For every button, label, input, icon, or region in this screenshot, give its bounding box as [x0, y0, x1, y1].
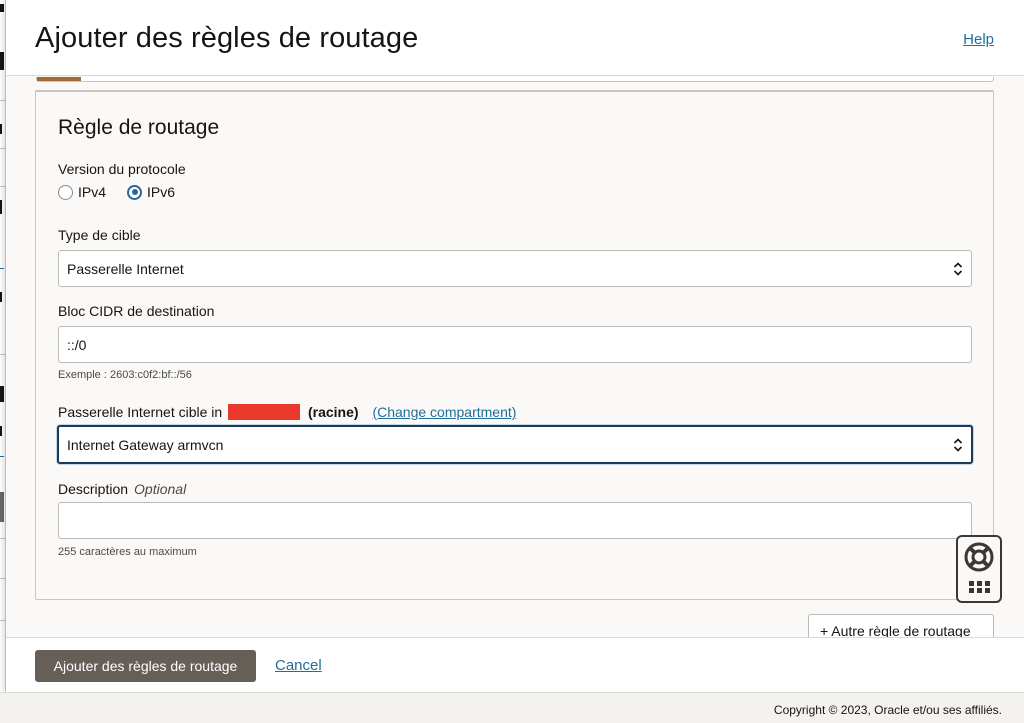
- background-glyph: [0, 52, 4, 70]
- background-divider: [0, 620, 5, 621]
- copyright-text: Copyright © 2023, Oracle et/ou ses affil…: [773, 703, 1002, 717]
- background-divider: [0, 186, 5, 187]
- target-gateway-label: Passerelle Internet cible in: [58, 404, 223, 420]
- radio-ipv4-label[interactable]: IPv4: [78, 184, 106, 200]
- panel-title: Ajouter des règles de routage: [35, 22, 419, 54]
- target-gateway-select[interactable]: Internet Gateway armvcn: [57, 425, 973, 464]
- copyright-bar: Copyright © 2023, Oracle et/ou ses affil…: [0, 692, 1024, 723]
- radio-ipv6-label[interactable]: IPv6: [147, 184, 175, 200]
- previous-rule-card: [36, 77, 994, 82]
- target-gateway-value: Internet Gateway armvcn: [67, 436, 224, 453]
- background-divider: [0, 578, 5, 579]
- chevron-updown-icon: [953, 261, 963, 276]
- background-glyph: [0, 124, 2, 134]
- panel-body[interactable]: Règle de routage Version du protocole IP…: [6, 77, 1024, 637]
- add-route-rules-submit-button[interactable]: Ajouter des règles de routage: [35, 650, 256, 682]
- destination-cidr-hint: Exemple : 2603:c0f2:bf::/56: [58, 369, 192, 381]
- target-type-select[interactable]: Passerelle Internet: [58, 250, 972, 287]
- protocol-radio-group: IPv4 IPv6: [58, 184, 196, 200]
- route-rules-panel: Ajouter des règles de routage Help Règle…: [6, 0, 1024, 692]
- background-link: [0, 448, 4, 457]
- background-divider: [0, 354, 5, 355]
- radio-ipv4[interactable]: [58, 184, 73, 200]
- description-label: Description: [58, 481, 129, 497]
- change-compartment-link[interactable]: (Change compartment): [372, 404, 516, 420]
- target-gateway-label-row: Passerelle Internet cible in (racine) (C…: [58, 404, 516, 420]
- background-glyph: [0, 292, 2, 302]
- destination-cidr-label: Bloc CIDR de destination: [58, 303, 215, 319]
- background-divider: [0, 100, 5, 101]
- help-link[interactable]: Help: [963, 31, 994, 48]
- lifebuoy-icon: [964, 542, 994, 572]
- route-rule-card: Règle de routage Version du protocole IP…: [35, 90, 994, 600]
- panel-header: Ajouter des règles de routage Help: [6, 0, 1024, 76]
- grid-dots-icon: [969, 581, 991, 593]
- chevron-updown-icon: [953, 437, 963, 452]
- cancel-link[interactable]: Cancel: [275, 657, 322, 674]
- background-glyph: [0, 386, 4, 402]
- background-divider: [0, 538, 5, 539]
- destination-cidr-input[interactable]: ::/0: [58, 326, 972, 363]
- previous-card-accent: [37, 77, 81, 81]
- background-glyph: [0, 200, 2, 214]
- help-widget-button[interactable]: [956, 535, 1002, 603]
- description-label-row: Description Optional: [58, 481, 186, 497]
- root-compartment-label: (racine): [307, 404, 359, 420]
- background-glyph: [0, 492, 4, 522]
- description-hint: 255 caractères au maximum: [58, 546, 197, 558]
- add-route-rule-button[interactable]: + Autre règle de routage: [808, 614, 994, 637]
- background-link: [0, 260, 4, 269]
- background-divider: [0, 148, 5, 149]
- radio-ipv6[interactable]: [127, 184, 143, 200]
- protocol-label: Version du protocole: [58, 161, 186, 177]
- panel-footer: Ajouter des règles de routage Cancel: [6, 637, 1024, 692]
- target-type-label: Type de cible: [58, 227, 141, 243]
- target-type-value: Passerelle Internet: [67, 260, 184, 277]
- optional-tag: Optional: [134, 481, 187, 497]
- redacted-compartment: [228, 404, 301, 420]
- description-input[interactable]: [58, 502, 972, 539]
- card-title: Règle de routage: [58, 116, 220, 139]
- background-glyph: [0, 4, 4, 12]
- destination-cidr-value: ::/0: [67, 336, 87, 353]
- background-glyph: [0, 426, 2, 436]
